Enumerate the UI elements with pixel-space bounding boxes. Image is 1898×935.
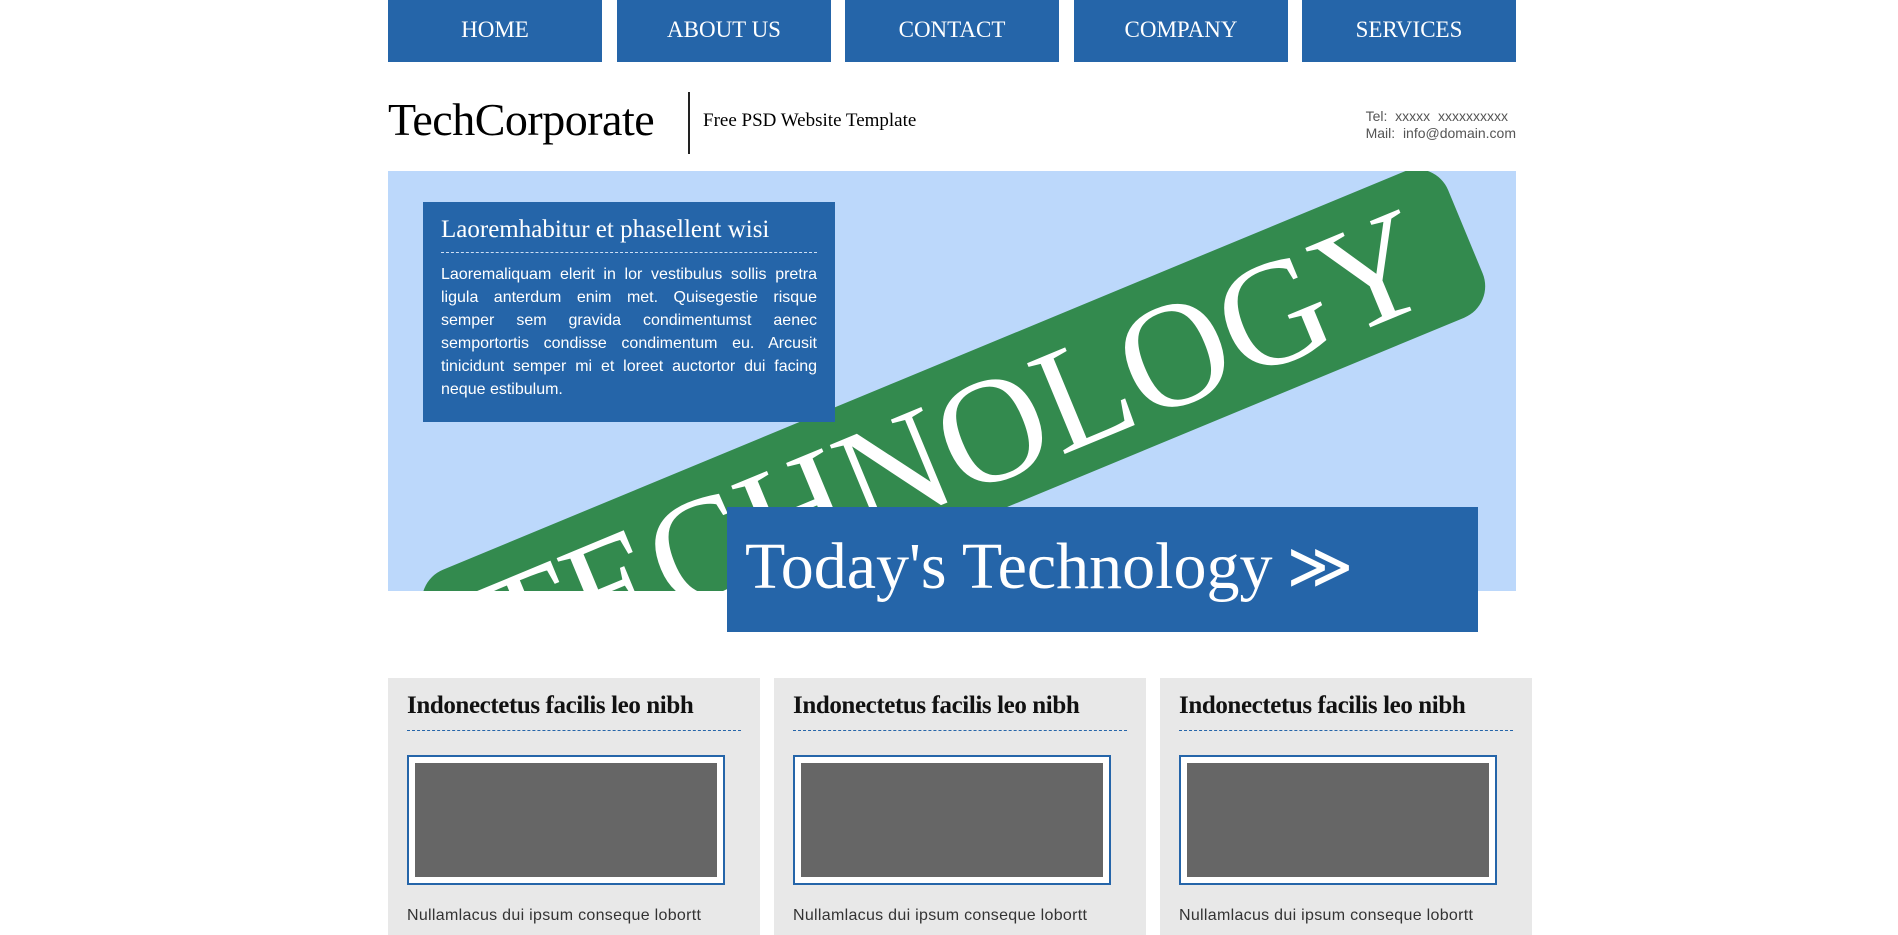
contact-info: Tel: xxxxx xxxxxxxxxx Mail: info@domain.… <box>1366 108 1516 142</box>
todays-technology-button[interactable]: Today's Technology ≫ <box>727 507 1478 632</box>
page-wrapper: HOME ABOUT US CONTACT COMPANY SERVICES T… <box>388 0 1532 935</box>
cta-label: Today's Technology <box>745 530 1273 603</box>
double-chevron-right-icon: ≫ <box>1286 530 1354 604</box>
contact-tel: Tel: xxxxx xxxxxxxxxx <box>1365 108 1508 124</box>
card-image-frame <box>793 755 1111 885</box>
card-image-frame <box>1179 755 1497 885</box>
nav-home[interactable]: HOME <box>388 0 602 62</box>
hero-box-text: Laoremaliquam elerit in lor vestibulus s… <box>441 266 817 398</box>
card-image-placeholder <box>415 763 717 877</box>
feature-card: Indonectetus facilis leo nibh Nullamlacu… <box>1160 678 1532 935</box>
feature-card: Indonectetus facilis leo nibh Nullamlacu… <box>388 678 760 935</box>
card-image-placeholder <box>801 763 1103 877</box>
card-image-placeholder <box>1187 763 1489 877</box>
card-image-frame <box>407 755 725 885</box>
site-tagline: Free PSD Website Template <box>703 110 917 131</box>
contact-mail: Mail: info@domain.com <box>1365 125 1516 141</box>
card-title[interactable]: Indonectetus facilis leo nibh <box>407 692 741 731</box>
nav-contact[interactable]: CONTACT <box>845 0 1059 62</box>
feature-card: Indonectetus facilis leo nibh Nullamlacu… <box>774 678 1146 935</box>
card-text: Nullamlacus dui ipsum conseque lobortt <box>793 907 1088 924</box>
header-divider <box>688 92 690 154</box>
main-nav: HOME ABOUT US CONTACT COMPANY SERVICES <box>388 0 1516 62</box>
nav-services[interactable]: SERVICES <box>1302 0 1516 62</box>
hero-box-title: Laoremhabitur et phasellent wisi <box>441 216 817 253</box>
card-title[interactable]: Indonectetus facilis leo nibh <box>793 692 1127 731</box>
card-title[interactable]: Indonectetus facilis leo nibh <box>1179 692 1513 731</box>
site-logo[interactable]: TechCorporate <box>388 90 655 150</box>
nav-about-us[interactable]: ABOUT US <box>617 0 831 62</box>
card-text: Nullamlacus dui ipsum conseque lobortt <box>407 907 702 924</box>
hero-text-box: Laoremhabitur et phasellent wisi Laorema… <box>423 202 835 422</box>
hero-banner: TECHNOLOGY Laoremhabitur et phasellent w… <box>388 171 1516 632</box>
card-text: Nullamlacus dui ipsum conseque lobortt <box>1179 907 1474 924</box>
nav-company[interactable]: COMPANY <box>1074 0 1288 62</box>
